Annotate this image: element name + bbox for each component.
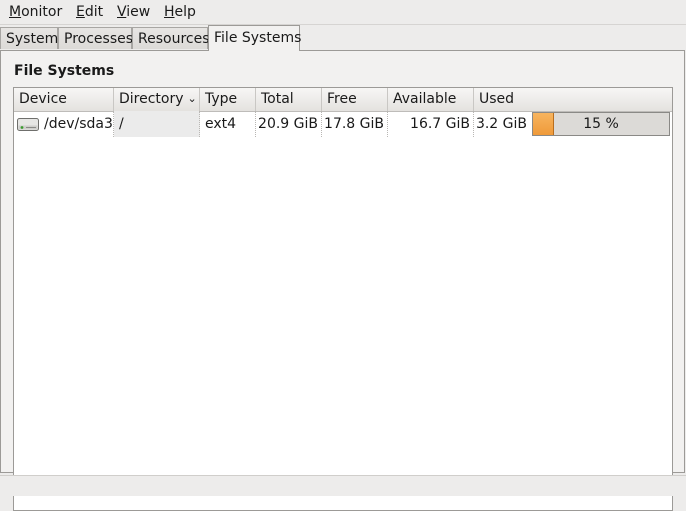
- device-name: /dev/sda3: [44, 116, 113, 132]
- tab-resources[interactable]: Resources: [132, 27, 210, 49]
- column-header-directory-label: Directory: [119, 91, 184, 107]
- tab-processes[interactable]: Processes: [58, 27, 134, 49]
- column-header-device-label: Device: [19, 91, 67, 107]
- column-header-type-label: Type: [205, 91, 238, 107]
- column-header-available[interactable]: Available: [388, 88, 474, 111]
- column-header-directory[interactable]: Directory ⌄: [114, 88, 200, 111]
- menu-help[interactable]: Help: [163, 3, 197, 21]
- menu-bar: Monitor Edit View Help: [0, 0, 686, 25]
- menu-monitor-label: onitor: [21, 4, 63, 20]
- menu-edit[interactable]: Edit: [75, 3, 104, 21]
- hard-drive-icon: [17, 118, 39, 131]
- menu-view-label: iew: [126, 4, 151, 20]
- menu-help-label: elp: [174, 4, 196, 20]
- cell-free: 17.8 GiB: [322, 111, 388, 137]
- tab-processes-label: Processes: [64, 31, 134, 47]
- tab-system[interactable]: System: [0, 27, 58, 49]
- menu-monitor-mnemonic: M: [9, 4, 22, 20]
- column-header-used[interactable]: Used: [474, 88, 672, 111]
- column-header-available-label: Available: [393, 91, 457, 107]
- sort-descending-icon: ⌄: [187, 92, 197, 105]
- column-header-free-label: Free: [327, 91, 357, 107]
- directory-value: /: [119, 116, 124, 132]
- cell-available: 16.7 GiB: [388, 111, 474, 137]
- total-value: 20.9 GiB: [258, 116, 318, 132]
- cell-total: 20.9 GiB: [256, 111, 322, 137]
- cell-device: /dev/sda3: [14, 111, 114, 137]
- column-header-total[interactable]: Total: [256, 88, 322, 111]
- type-value: ext4: [205, 116, 237, 132]
- menu-edit-label: dit: [84, 4, 104, 20]
- free-value: 17.8 GiB: [324, 116, 384, 132]
- used-progress-bar: 15 %: [532, 112, 670, 136]
- cell-type: ext4: [200, 111, 256, 137]
- tab-file-systems[interactable]: File Systems: [208, 25, 302, 51]
- column-header-device[interactable]: Device: [14, 88, 114, 111]
- available-value: 16.7 GiB: [410, 116, 470, 132]
- cell-used: 3.2 GiB: [474, 111, 530, 137]
- menu-edit-mnemonic: E: [76, 4, 85, 20]
- menu-view-mnemonic: V: [117, 4, 127, 20]
- file-systems-table[interactable]: Device Directory ⌄ Type Total Free Availa…: [13, 87, 673, 511]
- column-header-total-label: Total: [261, 91, 294, 107]
- used-value: 3.2 GiB: [475, 116, 527, 132]
- menu-help-mnemonic: H: [164, 4, 175, 20]
- menu-view[interactable]: View: [116, 3, 151, 21]
- tab-file-systems-label: File Systems: [214, 30, 302, 46]
- menu-monitor[interactable]: Monitor: [8, 3, 63, 21]
- column-header-free[interactable]: Free: [322, 88, 388, 111]
- column-header-used-label: Used: [479, 91, 515, 107]
- used-progress-label: 15 %: [583, 116, 619, 132]
- cell-directory: /: [114, 111, 200, 137]
- tab-bar: System Processes Resources File Systems: [0, 25, 686, 51]
- column-header-type[interactable]: Type: [200, 88, 256, 111]
- panel-title: File Systems: [14, 63, 115, 79]
- status-bar: [0, 475, 686, 496]
- tab-system-label: System: [6, 31, 59, 47]
- table-row[interactable]: /dev/sda3 / ext4 20.9 GiB 17.8 GiB 16.7 …: [14, 111, 672, 137]
- table-header: Device Directory ⌄ Type Total Free Availa…: [14, 88, 672, 112]
- tab-resources-label: Resources: [138, 31, 210, 47]
